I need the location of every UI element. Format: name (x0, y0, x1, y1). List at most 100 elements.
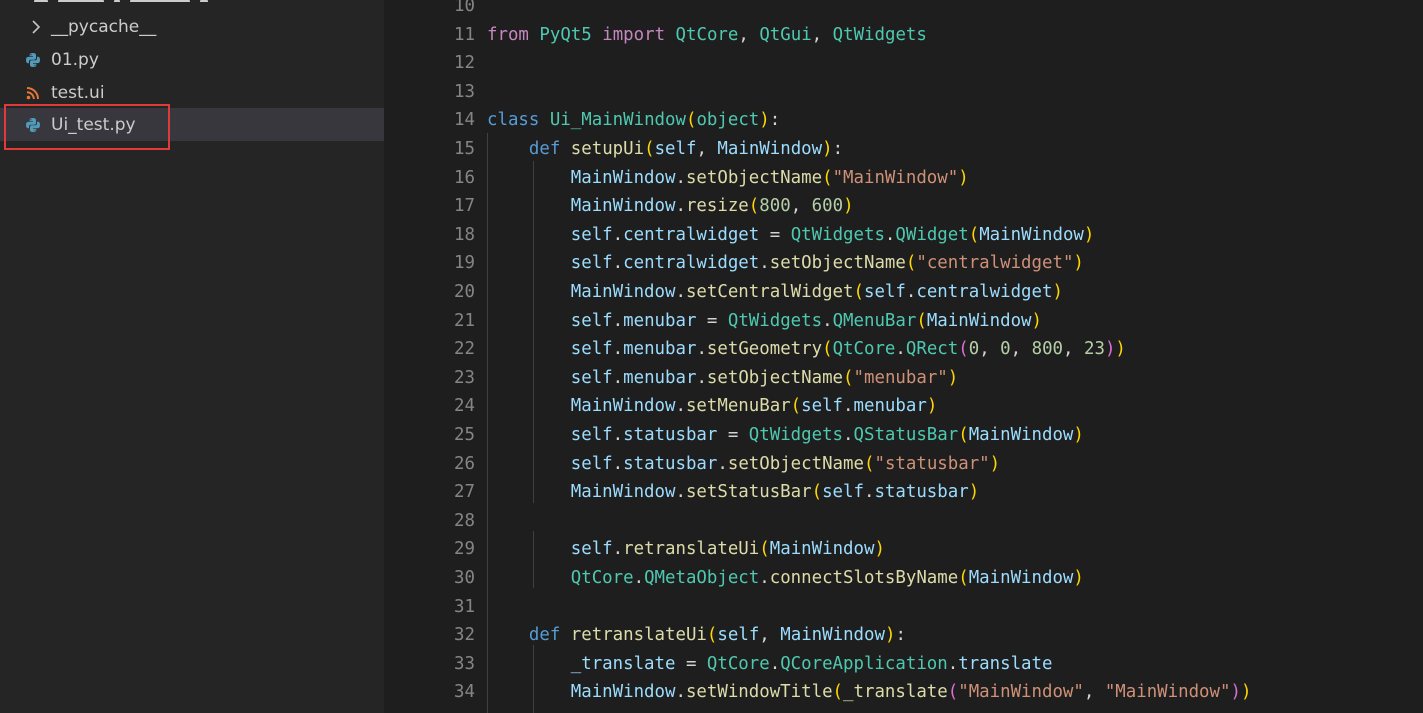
tree-item-ui-test-py[interactable]: Ui_test.py (0, 108, 384, 141)
code-token: ) (926, 396, 938, 417)
code-line[interactable]: 12 (384, 49, 1423, 78)
code-line[interactable]: 17 MainWindow.resize(800, 600) (384, 192, 1423, 221)
code-token: QtGui (759, 24, 812, 45)
code-line[interactable]: 32 def retranslateUi(self, MainWindow): (384, 621, 1423, 650)
code-token: : (769, 110, 781, 131)
code-line[interactable]: 16 MainWindow.setObjectName("MainWindow"… (384, 164, 1423, 193)
code-line[interactable]: 28 (384, 507, 1423, 536)
code-token: ) (1083, 224, 1095, 245)
code-token: . (769, 653, 781, 674)
code-token: setCentralWidget (685, 282, 854, 302)
code-token: QtWidgets (748, 425, 844, 445)
code-line[interactable]: 23 self.menubar.setObjectName("menubar") (384, 364, 1423, 393)
code-token: ( (832, 682, 844, 703)
line-number: 22 (454, 339, 475, 360)
code-line[interactable]: 35 (384, 707, 1423, 713)
code-text: self.statusbar = QtWidgets.QStatusBar(Ma… (487, 421, 1084, 449)
code-line[interactable]: 30 QtCore.QMetaObject.connectSlotsByName… (384, 564, 1423, 593)
code-text: self.retranslateUi(MainWindow) (487, 535, 885, 563)
code-token: ( (811, 482, 823, 503)
code-token: ) (822, 139, 833, 159)
code-line[interactable]: 33 _translate = QtCore.QCoreApplication.… (384, 650, 1423, 679)
code-token: "statusbar" (874, 453, 990, 474)
code-line[interactable]: 15 def setupUi(self, MainWindow): (384, 135, 1423, 164)
code-line[interactable]: 21 self.menubar = QtWidgets.QMenuBar(Mai… (384, 307, 1423, 336)
code-token: ) (1073, 425, 1084, 445)
code-line[interactable]: 24 MainWindow.setMenuBar(self.menubar) (384, 392, 1423, 421)
code-token: ( (958, 425, 969, 445)
tree-item-01-py[interactable]: 01.py (0, 43, 384, 76)
tree-item-pycache-folder[interactable]: __pycache__ (0, 10, 384, 43)
code-token: = (696, 310, 728, 331)
code-token: . (696, 367, 707, 388)
code-token: ( (706, 625, 718, 646)
code-text: MainWindow.setObjectName("MainWindow") (487, 164, 969, 192)
code-token: . (759, 568, 770, 588)
code-token: def (528, 625, 561, 646)
code-token: self (801, 396, 844, 417)
code-line[interactable]: 22 self.menubar.setGeometry(QtCore.QRect… (384, 335, 1423, 364)
code-line[interactable]: 34 MainWindow.setWindowTitle(_translate(… (384, 678, 1423, 707)
code-token: . (612, 425, 624, 445)
code-line[interactable]: 27 MainWindow.setStatusBar(self.statusba… (384, 478, 1423, 507)
code-token: ( (759, 539, 770, 560)
line-number: 24 (454, 396, 475, 417)
code-token: . (612, 310, 624, 331)
code-token: , (1083, 682, 1105, 703)
code-token: self (822, 482, 864, 503)
code-token: translate (958, 653, 1053, 674)
code-token: . (905, 282, 917, 302)
tree-item-test-ui[interactable]: test.ui (0, 76, 384, 109)
code-token: QStatusBar (853, 425, 959, 445)
code-line[interactable]: 14 class Ui_MainWindow(object): (384, 106, 1423, 135)
code-line[interactable]: 18 self.centralwidget = QtWidgets.QWidge… (384, 221, 1423, 250)
code-token: self (570, 425, 613, 445)
code-token: . (947, 653, 959, 674)
code-line[interactable]: 31 (384, 593, 1423, 622)
code-token: . (633, 568, 645, 588)
code-token: _translate (843, 682, 948, 703)
code-line[interactable]: 19 self.centralwidget.setObjectName("cen… (384, 249, 1423, 278)
code-token: MainWindow (570, 682, 676, 703)
code-line[interactable]: 11 from PyQt5 import QtCore, QtGui, QtWid… (384, 21, 1423, 50)
code-line[interactable]: 26 self.statusbar.setObjectName("statusb… (384, 450, 1423, 479)
code-token: . (717, 453, 728, 474)
line-number: 28 (454, 510, 475, 531)
code-line[interactable]: 29 self.retranslateUi(MainWindow) (384, 535, 1423, 564)
code-line[interactable]: 25 self.statusbar = QtWidgets.QStatusBar… (384, 421, 1423, 450)
code-token: MainWindow (570, 196, 676, 217)
code-token: ( (644, 139, 655, 159)
python-icon (26, 117, 40, 132)
code-line[interactable]: 10 (384, 0, 1423, 21)
line-number: 10 (454, 0, 475, 16)
code-token: QtCore (570, 568, 634, 588)
code-token: , (1063, 339, 1084, 360)
code-token: ( (822, 339, 833, 360)
line-number: 14 (454, 110, 475, 131)
code-line[interactable]: 13 (384, 78, 1423, 107)
chevron-right-icon (32, 19, 41, 34)
code-token: centralwidget (916, 282, 1053, 302)
code-token: ) (1073, 568, 1084, 588)
code-token: . (612, 339, 624, 360)
line-number: 29 (454, 539, 475, 560)
code-token: ) (1115, 339, 1126, 360)
code-token: menubar (623, 339, 697, 360)
code-token: ) (759, 110, 770, 131)
explorer-sidebar: __pycache__ 01.py test.ui Ui_test.py (0, 0, 384, 713)
code-line[interactable]: 20 MainWindow.setCentralWidget(self.cent… (384, 278, 1423, 307)
line-number: 27 (454, 482, 475, 503)
code-token: ) (958, 167, 969, 188)
code-editor[interactable]: 10 11 from PyQt5 import QtCore, QtGui, QtW… (384, 0, 1423, 713)
line-number: 17 (454, 196, 475, 217)
code-token: : (832, 139, 844, 159)
code-token: self (570, 310, 613, 331)
